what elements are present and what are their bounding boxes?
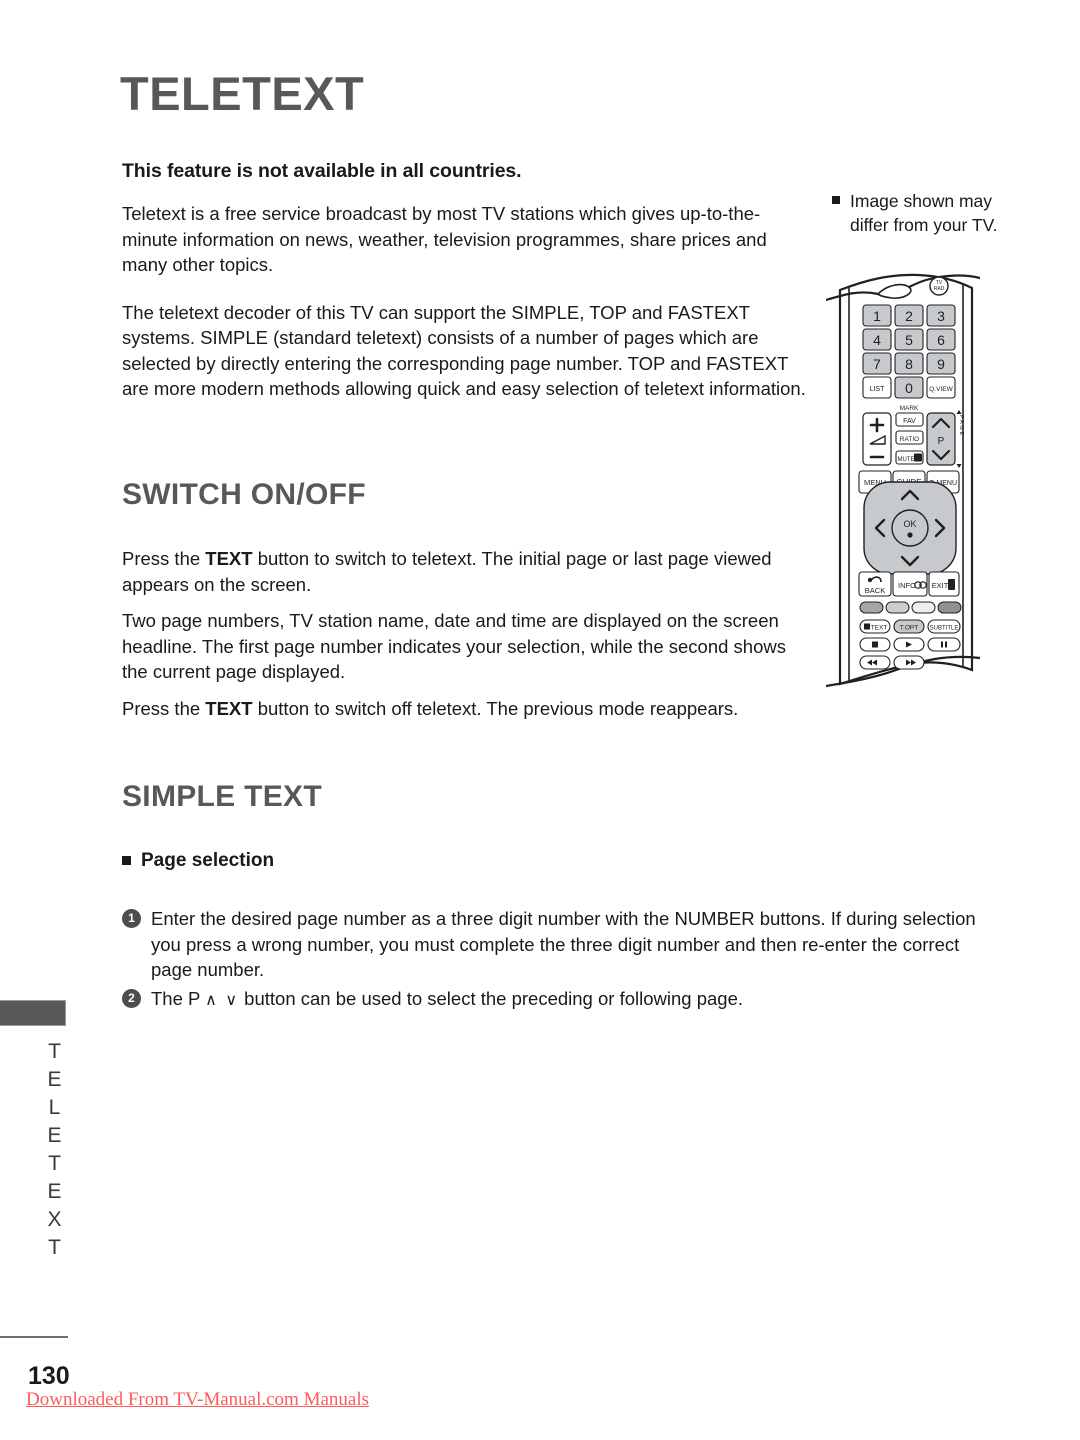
circled-number-icon: 1 — [122, 909, 141, 928]
blue-colour-button — [937, 601, 962, 614]
key-8: 8 — [894, 352, 924, 375]
svg-text:INFO: INFO — [898, 581, 916, 590]
key-1: 1 — [862, 304, 892, 327]
pause-button — [927, 637, 961, 652]
tv-rad-label-line2: RAD — [934, 286, 945, 292]
stop-icon — [872, 641, 878, 648]
simple-text-section: SIMPLE TEXT Page selection 1 Enter the d… — [122, 780, 990, 1016]
fastforward-button — [893, 655, 925, 670]
svg-text:LIST: LIST — [870, 386, 886, 393]
updown-arrow-icon: ∧ ∨ — [205, 991, 240, 1009]
remote-control-illustration: TV RAD 1 2 3 4 5 6 7 8 9 LIST 0 Q.VIEW M… — [826, 272, 980, 696]
key-0: 0 — [894, 376, 924, 399]
switch-paragraph-2: Two page numbers, TV station name, date … — [122, 610, 786, 682]
play-button — [893, 637, 925, 652]
green-colour-button — [885, 601, 910, 614]
svg-text:MUTE: MUTE — [898, 457, 915, 463]
mark-label: MARK — [900, 405, 919, 412]
edge-tab — [0, 1000, 66, 1026]
switch-onoff-section: SWITCH ON/OFF Press the TEXT button to s… — [122, 478, 812, 721]
subtitle-button: SUBTITLE — [927, 619, 961, 634]
red-colour-button — [859, 601, 884, 614]
key-3: 3 — [926, 304, 956, 327]
exit-button: EXIT — [928, 571, 960, 597]
intro-paragraph-1: Teletext is a free service broadcast by … — [122, 203, 767, 275]
switch-onoff-heading: SWITCH ON/OFF — [122, 478, 366, 511]
key-7: 7 — [862, 352, 892, 375]
circled-number-icon: 2 — [122, 988, 141, 1008]
svg-text:RATIO: RATIO — [900, 436, 919, 443]
pause-icon — [941, 641, 943, 648]
back-button: BACK — [858, 571, 892, 597]
list-item-text: Enter the desired page number as a three… — [151, 908, 976, 980]
switch-paragraph-3: Press the TEXT button to switch off tele… — [122, 697, 739, 719]
square-bullet-icon — [122, 856, 131, 865]
list-item: 2 The P ∧ ∨ button can be used to select… — [122, 986, 990, 1014]
svg-text:Q.VIEW: Q.VIEW — [929, 386, 953, 393]
mute-speaker-icon — [914, 453, 922, 462]
vertical-section-label: TELETEXT — [43, 1040, 66, 1264]
key-6: 6 — [926, 328, 956, 351]
ok-label: OK — [903, 519, 916, 529]
svg-text:BACK: BACK — [865, 586, 885, 595]
list-button: LIST — [862, 376, 892, 399]
text-button: TEXT — [859, 619, 891, 634]
svg-text:1: 1 — [873, 308, 881, 324]
volume-rocker — [862, 412, 892, 466]
mute-button: MUTE — [895, 450, 924, 465]
intro-column: This feature is not available in all cou… — [122, 160, 812, 424]
svg-text:0: 0 — [905, 380, 913, 396]
svg-text:SUBTITLE: SUBTITLE — [930, 626, 959, 632]
key-2: 2 — [894, 304, 924, 327]
intro-lead: This feature is not available in all cou… — [122, 160, 522, 182]
ok-dot-icon — [907, 532, 913, 538]
list-item: 1 Enter the desired page number as a thr… — [122, 906, 990, 983]
p-label: P — [938, 436, 945, 447]
intro-paragraph-2: The teletext decoder of this TV can supp… — [122, 301, 806, 400]
simple-text-heading: SIMPLE TEXT — [122, 780, 322, 813]
svg-text:9: 9 — [937, 356, 945, 372]
svg-text:6: 6 — [937, 332, 945, 348]
footer-rule — [0, 1336, 68, 1338]
download-source-link[interactable]: Downloaded From TV-Manual.com Manuals — [26, 1389, 369, 1411]
fav-button: FAV — [895, 412, 924, 427]
svg-text:7: 7 — [873, 356, 881, 372]
list-item-text: The P ∧ ∨ button can be used to select t… — [151, 987, 744, 1009]
svg-text:FAV: FAV — [903, 418, 916, 425]
svg-text:5: 5 — [905, 332, 913, 348]
svg-text:TEXT: TEXT — [871, 625, 888, 632]
key-5: 5 — [894, 328, 924, 351]
number-keypad: 1 2 3 4 5 6 7 8 9 — [862, 304, 956, 375]
text-square-icon — [864, 623, 870, 630]
key-4: 4 — [862, 328, 892, 351]
switch-paragraph-1: Press the TEXT button to switch to telet… — [122, 548, 772, 595]
rewind-button — [859, 655, 891, 670]
svg-text:8: 8 — [905, 356, 913, 372]
svg-text:2: 2 — [905, 308, 913, 324]
page-selection-subheading: Page selection — [122, 850, 990, 872]
svg-text:4: 4 — [873, 332, 881, 348]
page-selection-list: 1 Enter the desired page number as a thr… — [122, 906, 990, 1013]
info-button: INFO — [892, 571, 928, 597]
navigation-pad: OK — [863, 481, 957, 575]
page-selection-label: Page selection — [141, 850, 275, 871]
ratio-button: RATIO — [895, 430, 924, 445]
stop-button — [859, 637, 891, 652]
svg-text:T.OPT: T.OPT — [900, 625, 918, 632]
key-9: 9 — [926, 352, 956, 375]
side-note: Image shown may differ from your TV. — [832, 190, 1012, 237]
page-side-label: PAGE — [958, 415, 964, 437]
page-rocker: P — [926, 412, 956, 466]
qview-button: Q.VIEW — [926, 376, 956, 399]
yellow-colour-button — [911, 601, 936, 614]
svg-text:3: 3 — [937, 308, 945, 324]
side-note-text: Image shown may differ from your TV. — [850, 191, 998, 235]
page-number: 130 — [28, 1362, 70, 1390]
square-bullet-icon — [832, 196, 840, 204]
exit-door-icon — [948, 579, 955, 590]
topt-button: T.OPT — [893, 619, 925, 634]
page-title: TELETEXT — [120, 67, 365, 120]
svg-text:EXIT: EXIT — [932, 581, 949, 590]
